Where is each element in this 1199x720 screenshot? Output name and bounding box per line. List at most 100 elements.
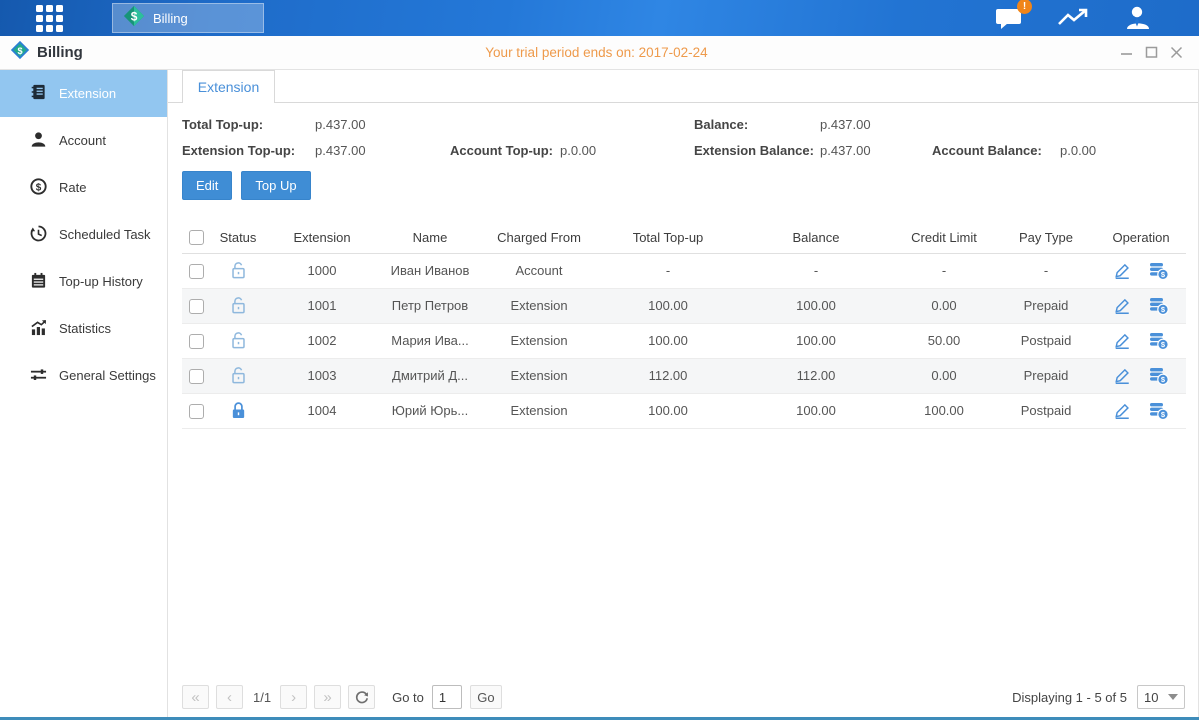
topup-coins-icon[interactable]: $ [1149, 332, 1169, 350]
clock-history-icon [30, 225, 47, 245]
prev-page-button[interactable]: ‹ [216, 685, 243, 709]
total-topup-value: p.437.00 [315, 117, 450, 132]
taskbar-tab-billing[interactable]: $ Billing [112, 3, 264, 33]
unlocked-icon [230, 331, 247, 350]
table-row: 1002 Мария Ива... Extension 100.00 100.0… [182, 323, 1186, 358]
row-checkbox[interactable] [189, 264, 204, 279]
displaying-text: Displaying 1 - 5 of 5 [1012, 690, 1127, 705]
sidebar-item-topup-history[interactable]: Top-up History [0, 258, 167, 305]
balance-label: Balance: [694, 117, 820, 132]
row-checkbox[interactable] [189, 334, 204, 349]
window-titlebar: $ Billing Your trial period ends on: 201… [0, 36, 1199, 70]
cell-credit-limit: 0.00 [892, 358, 996, 393]
go-button[interactable]: Go [470, 685, 502, 709]
tab-extension[interactable]: Extension [182, 70, 275, 103]
billing-diamond-icon: $ [123, 5, 145, 32]
sidebar-item-scheduled-task[interactable]: Scheduled Task [0, 211, 167, 258]
row-checkbox[interactable] [189, 404, 204, 419]
next-page-button[interactable]: › [280, 685, 307, 709]
user-account-icon[interactable] [1121, 4, 1153, 32]
sidebar-item-extension[interactable]: Extension [0, 70, 167, 117]
cell-total-topup: 100.00 [596, 323, 740, 358]
cell-total-topup: 112.00 [596, 358, 740, 393]
select-all-checkbox[interactable] [189, 230, 204, 245]
total-topup-label: Total Top-up: [182, 117, 315, 132]
page-size-value: 10 [1144, 690, 1158, 705]
topup-coins-icon[interactable]: $ [1149, 297, 1169, 315]
first-page-button[interactable]: « [182, 685, 209, 709]
balance-value: p.437.00 [820, 117, 932, 132]
table-row: 1004 Юрий Юрь... Extension 100.00 100.00… [182, 393, 1186, 428]
sidebar-item-rate[interactable]: $ Rate [0, 164, 167, 211]
cell-balance: 112.00 [740, 358, 892, 393]
cell-charged-from: Account [482, 253, 596, 288]
extension-topup-value: p.437.00 [315, 143, 450, 158]
topup-button[interactable]: Top Up [241, 171, 310, 200]
taskbar-tab-label: Billing [153, 11, 188, 26]
address-book-icon [30, 83, 47, 104]
last-page-button[interactable]: » [314, 685, 341, 709]
unlocked-icon [230, 296, 247, 315]
messages-icon[interactable]: ! [993, 4, 1025, 32]
col-balance: Balance [740, 222, 892, 253]
edit-button[interactable]: Edit [182, 171, 232, 200]
chevron-down-icon [1168, 694, 1178, 700]
topup-coins-icon[interactable]: $ [1149, 367, 1169, 385]
topup-coins-icon[interactable]: $ [1149, 402, 1169, 420]
cell-pay-type: - [996, 253, 1096, 288]
cell-name: Мария Ива... [378, 323, 482, 358]
edit-icon[interactable] [1113, 262, 1131, 280]
svg-text:$: $ [131, 9, 138, 23]
reports-chart-icon[interactable] [1057, 4, 1089, 32]
cell-balance: 100.00 [740, 288, 892, 323]
ledger-icon [30, 272, 47, 292]
topup-coins-icon[interactable]: $ [1149, 262, 1169, 280]
cell-credit-limit: - [892, 253, 996, 288]
row-checkbox[interactable] [189, 299, 204, 314]
cell-extension: 1001 [266, 288, 378, 323]
cell-balance: 100.00 [740, 393, 892, 428]
edit-icon[interactable] [1113, 332, 1131, 350]
cell-name: Петр Петров [378, 288, 482, 323]
col-pay-type: Pay Type [996, 222, 1096, 253]
unlocked-icon [230, 366, 247, 385]
sidebar-item-general-settings[interactable]: General Settings [0, 352, 167, 399]
extension-balance-value: p.437.00 [820, 143, 932, 158]
pagination-bar: « ‹ 1/1 › » Go to Go Displaying 1 - 5 of… [182, 685, 1185, 709]
maximize-button[interactable] [1144, 46, 1158, 60]
apps-grid-icon[interactable] [36, 5, 68, 31]
cell-name: Иван Иванов [378, 253, 482, 288]
sidebar-item-label: Top-up History [59, 274, 143, 289]
sidebar-item-label: Statistics [59, 321, 111, 336]
col-extension: Extension [266, 222, 378, 253]
cell-credit-limit: 100.00 [892, 393, 996, 428]
extension-table: Status Extension Name Charged From Total… [182, 222, 1186, 429]
cell-total-topup: 100.00 [596, 288, 740, 323]
billing-diamond-icon-small: $ [10, 40, 30, 65]
sidebar-item-label: General Settings [59, 368, 156, 383]
trial-notice: Your trial period ends on: 2017-02-24 [230, 45, 963, 60]
cell-credit-limit: 50.00 [892, 323, 996, 358]
refresh-button[interactable] [348, 685, 375, 709]
minimize-button[interactable] [1119, 46, 1133, 60]
goto-page-input[interactable] [432, 685, 462, 709]
account-topup-value: p.0.00 [560, 143, 694, 158]
edit-icon[interactable] [1113, 367, 1131, 385]
edit-icon[interactable] [1113, 297, 1131, 315]
row-checkbox[interactable] [189, 369, 204, 384]
svg-text:$: $ [17, 46, 22, 56]
edit-icon[interactable] [1113, 402, 1131, 420]
cell-charged-from: Extension [482, 358, 596, 393]
sidebar-item-account[interactable]: Account [0, 117, 167, 164]
sidebar-item-label: Extension [59, 86, 116, 101]
page-size-select[interactable]: 10 [1137, 685, 1185, 709]
sidebar: Extension Account $ Rate Scheduled T [0, 70, 168, 717]
cell-pay-type: Postpaid [996, 393, 1096, 428]
goto-label: Go to [392, 690, 424, 705]
sidebar-item-statistics[interactable]: Statistics [0, 305, 167, 352]
cell-pay-type: Postpaid [996, 323, 1096, 358]
close-button[interactable] [1169, 46, 1183, 60]
col-name: Name [378, 222, 482, 253]
cell-total-topup: - [596, 253, 740, 288]
cell-pay-type: Prepaid [996, 358, 1096, 393]
